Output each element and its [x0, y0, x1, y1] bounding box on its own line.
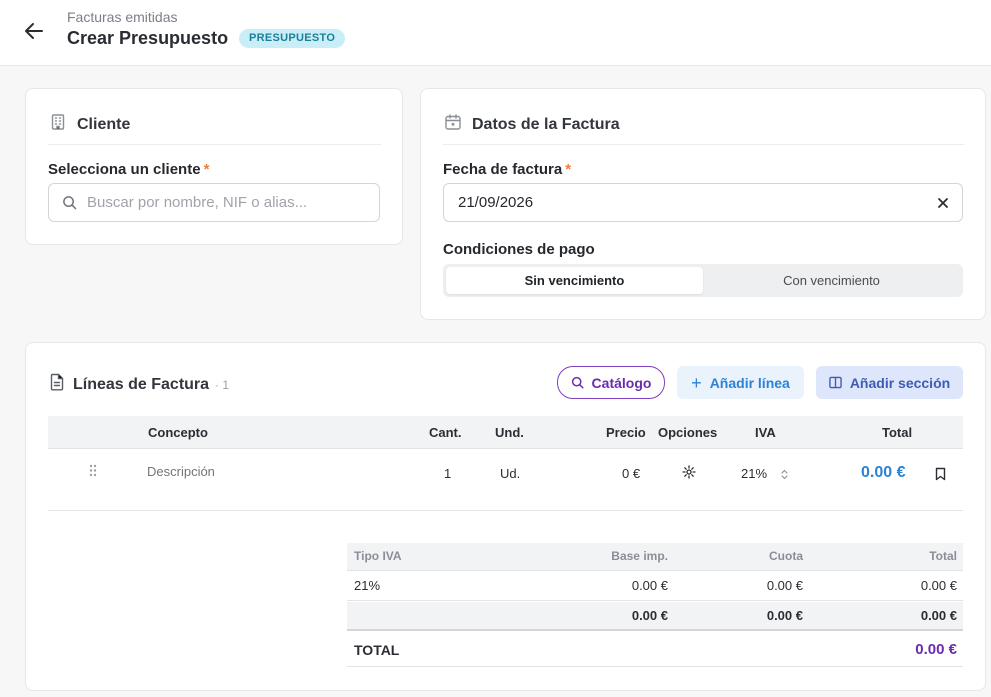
payment-option-no-due[interactable]: Sin vencimiento — [446, 267, 703, 294]
invoice-date-input[interactable] — [444, 194, 936, 211]
catalog-button[interactable]: Catálogo — [557, 366, 665, 399]
client-search-input[interactable] — [87, 194, 379, 211]
grand-total-value: 0.00 € — [915, 641, 957, 658]
status-badge: PRESUPUESTO — [239, 29, 346, 48]
col-vat: IVA — [755, 425, 776, 440]
building-icon — [49, 113, 67, 136]
document-icon — [49, 373, 65, 396]
required-mark: * — [565, 161, 572, 178]
clear-icon[interactable] — [936, 196, 950, 210]
vat-col-quota: Cuota — [769, 549, 803, 563]
vat-subtotal-quota: 0.00 € — [766, 608, 803, 623]
top-bar: Facturas emitidas Crear Presupuesto PRES… — [0, 0, 991, 66]
bookmark-icon[interactable] — [935, 467, 946, 486]
client-search-field[interactable] — [48, 183, 380, 222]
col-total: Total — [882, 425, 913, 440]
lines-card-header: Líneas de Factura · 1 — [49, 373, 229, 396]
payment-terms-toggle: Sin vencimiento Con vencimiento — [443, 264, 963, 297]
line-unit[interactable]: Ud. — [500, 466, 520, 481]
required-mark: * — [203, 161, 210, 178]
divider — [48, 144, 381, 145]
lines-count: · 1 — [215, 377, 230, 392]
vat-col-base: Base imp. — [611, 549, 668, 563]
vat-col-total: Total — [929, 549, 957, 563]
invoice-date-field[interactable] — [443, 183, 963, 222]
vat-summary-header: Tipo IVA Base imp. Cuota Total — [347, 543, 963, 571]
invoice-card-title: Datos de la Factura — [472, 115, 620, 133]
columns-icon — [829, 376, 842, 389]
lines-table-header: Concepto Cant. Und. Precio Opciones IVA … — [48, 416, 963, 449]
client-card-title: Cliente — [77, 115, 131, 133]
line-price[interactable]: 0 € — [622, 466, 640, 481]
payment-option-with-due[interactable]: Con vencimiento — [703, 267, 960, 294]
line-qty[interactable]: 1 — [444, 466, 451, 481]
search-icon — [62, 195, 77, 210]
add-section-button[interactable]: Añadir sección — [816, 366, 963, 399]
add-line-button[interactable]: + Añadir línea — [677, 366, 804, 399]
drag-handle-icon[interactable] — [89, 464, 97, 482]
back-arrow-icon[interactable] — [22, 19, 46, 43]
lines-card-title: Líneas de Factura — [73, 375, 210, 393]
line-description-input[interactable] — [147, 464, 397, 479]
table-row: 1 Ud. 0 € 21% 0.00 € — [48, 450, 963, 498]
payment-terms-label: Condiciones de pago — [443, 241, 595, 258]
invoice-data-card: Datos de la Factura Fecha de factura* Co… — [420, 88, 986, 320]
vat-subtotal-row: 0.00 € 0.00 € 0.00 € — [347, 602, 963, 631]
vat-col-type: Tipo IVA — [354, 549, 402, 563]
line-total: 0.00 € — [861, 464, 906, 481]
client-card-header: Cliente — [49, 113, 130, 136]
plus-icon: + — [691, 372, 702, 393]
col-concept: Concepto — [148, 425, 208, 440]
divider — [48, 510, 963, 511]
vat-row-quota: 0.00 € — [766, 578, 803, 593]
invoice-card-header: Datos de la Factura — [444, 113, 620, 136]
search-icon — [571, 376, 584, 389]
chevron-updown-icon[interactable] — [781, 467, 788, 485]
grand-total-row: TOTAL 0.00 € — [347, 633, 963, 667]
gear-icon[interactable] — [682, 465, 696, 484]
vat-summary-row: 21% 0.00 € 0.00 € 0.00 € — [347, 572, 963, 601]
calendar-icon — [444, 113, 462, 136]
divider — [443, 144, 964, 145]
invoice-date-label: Fecha de factura * — [443, 161, 572, 178]
col-price: Precio — [606, 425, 646, 440]
page-title: Crear Presupuesto — [67, 28, 229, 48]
vat-subtotal-total: 0.00 € — [920, 608, 957, 623]
breadcrumb[interactable]: Facturas emitidas — [67, 9, 177, 25]
vat-row-total: 0.00 € — [920, 578, 957, 593]
line-vat-select[interactable]: 21% — [741, 466, 767, 481]
client-card: Cliente Selecciona un cliente * — [25, 88, 403, 245]
col-unit: Und. — [495, 425, 524, 440]
col-qty: Cant. — [429, 425, 462, 440]
vat-row-type: 21% — [354, 578, 381, 593]
grand-total-label: TOTAL — [354, 642, 400, 658]
client-field-label: Selecciona un cliente * — [48, 161, 210, 178]
vat-subtotal-base: 0.00 € — [631, 608, 668, 623]
vat-row-base: 0.00 € — [631, 578, 668, 593]
col-options: Opciones — [658, 425, 718, 440]
